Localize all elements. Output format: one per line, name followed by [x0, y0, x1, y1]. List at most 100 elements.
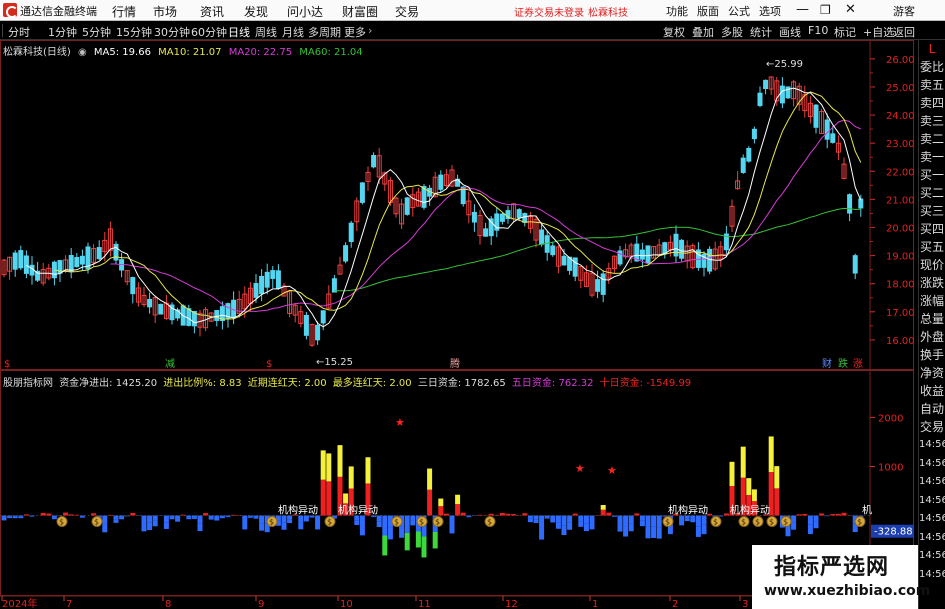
sidebar-tab[interactable]: 卖一 — [919, 148, 945, 166]
candle-body — [662, 242, 668, 255]
sidebar-tab[interactable]: 14:56 — [919, 436, 945, 455]
inflow-bar — [774, 488, 780, 516]
sidebar-tab[interactable]: 14:56 — [919, 529, 945, 548]
period-15min[interactable]: 15分钟 — [116, 24, 152, 40]
menu-gongneng[interactable]: 功能 — [666, 3, 688, 19]
menu-faxian[interactable]: 发现 — [244, 3, 268, 20]
sidebar-tab[interactable]: 买二 — [919, 184, 945, 202]
candle-body — [270, 270, 276, 279]
btn-fuquan[interactable]: 复权 — [663, 24, 685, 40]
menu-caifuquan[interactable]: 财富圈 — [342, 3, 378, 20]
btn-zixuan[interactable]: +自选 — [863, 24, 894, 40]
outflow-bar-extra — [51, 517, 57, 520]
period-60min[interactable]: 60分钟 — [191, 24, 227, 40]
outflow-bar-extra — [191, 517, 197, 519]
outflow-bar-extra — [141, 523, 147, 532]
btn-duogu[interactable]: 多股 — [721, 24, 743, 40]
btn-f10[interactable]: F10 — [808, 24, 828, 37]
close-icon[interactable]: ✕ — [845, 2, 856, 17]
sidebar-tab[interactable]: 换手 — [919, 346, 945, 364]
sidebar-tab[interactable]: 总量 — [919, 310, 945, 328]
menu-wenxiaoda[interactable]: 问小达 — [287, 3, 323, 20]
sidebar-tab[interactable]: 买五 — [919, 238, 945, 256]
maximize-icon[interactable]: ❐ — [820, 3, 831, 17]
minimize-icon[interactable]: — — [796, 2, 809, 17]
ten-day-funds: 十日资金: -1549.99 — [599, 378, 692, 389]
outflow-bar-extra — [589, 522, 595, 530]
btn-huaxian[interactable]: 画线 — [779, 24, 801, 40]
sidebar-tab[interactable]: 14:56 — [919, 473, 945, 492]
sidebar-tab[interactable]: 涨幅 — [919, 292, 945, 310]
sidebar-tab[interactable]: 卖二 — [919, 130, 945, 148]
btn-biaoji[interactable]: 标记 — [834, 24, 856, 40]
sidebar-tab[interactable]: 14:56 — [919, 455, 945, 474]
candle-body — [763, 79, 769, 89]
dropdown-circle-icon[interactable]: ◉ — [78, 47, 87, 58]
menu-shichang[interactable]: 市场 — [153, 3, 177, 20]
more-chevron-icon[interactable]: › — [368, 24, 372, 37]
sidebar-tab[interactable]: 涨跌 — [919, 274, 945, 292]
period-weekly[interactable]: 周线 — [255, 24, 277, 40]
ratio-value: 进出比例%: 8.83 — [163, 378, 242, 389]
star-marker-icon: ★ — [395, 416, 405, 429]
outflow-bar — [449, 515, 455, 525]
period-daily[interactable]: 日线 — [228, 24, 250, 40]
outflow-bar — [404, 515, 410, 533]
sidebar-tab[interactable]: 交易 — [919, 418, 945, 436]
sidebar-tab[interactable]: 自动 — [919, 400, 945, 418]
candle-body — [331, 278, 337, 293]
outflow-bar — [539, 515, 545, 528]
sidebar-tab[interactable]: 14:56 — [919, 547, 945, 566]
sidebar-tab[interactable]: 14:56 — [919, 492, 945, 511]
inflow-bar — [819, 513, 825, 516]
outflow-bar-extra — [259, 523, 265, 531]
sidebar-tab[interactable]: 14:56 — [919, 510, 945, 529]
sidebar-tab[interactable]: 买四 — [919, 220, 945, 238]
outflow-bar — [639, 515, 645, 521]
sidebar-tab[interactable]: L — [919, 40, 945, 58]
sidebar-tab[interactable]: 收益 — [919, 382, 945, 400]
period-30min[interactable]: 30分钟 — [154, 24, 190, 40]
inflow-bar — [522, 513, 528, 516]
outflow-bar-extra — [186, 517, 192, 520]
sidebar-tab[interactable]: 外盘 — [919, 328, 945, 346]
sidebar-tab[interactable]: 委比 — [919, 58, 945, 76]
candle-body — [858, 198, 864, 209]
login-warning[interactable]: 证券交易未登录 — [514, 4, 584, 19]
sidebar-tab[interactable]: 14:56 — [919, 566, 945, 585]
btn-diejia[interactable]: 叠加 — [692, 24, 714, 40]
ma10-value: MA10: 21.07 — [158, 47, 222, 58]
sidebar-tab[interactable]: 卖五 — [919, 76, 945, 94]
period-multi[interactable]: 多周期 — [308, 24, 341, 40]
sidebar-tab[interactable]: 现价 — [919, 256, 945, 274]
period-5min[interactable]: 5分钟 — [82, 24, 111, 40]
menu-jiaoyi[interactable]: 交易 — [395, 3, 419, 20]
menu-zixun[interactable]: 资讯 — [200, 3, 224, 20]
menu-xuanxiang[interactable]: 选项 — [759, 3, 781, 19]
sidebar-tab[interactable]: 卖四 — [919, 94, 945, 112]
sidebar-tab[interactable]: 净资 — [919, 364, 945, 382]
inflow-bar — [488, 513, 494, 516]
sidebar-tab[interactable]: 买三 — [919, 202, 945, 220]
sidebar-tab[interactable]: 买一 — [919, 166, 945, 184]
ma20-value: MA20: 22.75 — [228, 47, 293, 58]
btn-fanhui[interactable]: 返回 — [893, 24, 915, 40]
candle-body — [315, 324, 321, 341]
period-monthly[interactable]: 月线 — [282, 24, 304, 40]
outflow-bar-extra — [169, 517, 175, 520]
institution-activity-label: 机构异动 — [278, 504, 318, 517]
candlestick-chart[interactable]: 26.00 25.00 24.00 23.00 22.00 21.00 20.00 19.00… — [0, 40, 918, 370]
outflow-bar-extra — [119, 517, 125, 520]
sidebar-tab[interactable]: 卖三 — [919, 112, 945, 130]
period-1min[interactable]: 1分钟 — [48, 24, 77, 40]
outflow-bar-extra — [147, 522, 153, 530]
btn-tongji[interactable]: 统计 — [750, 24, 772, 40]
guest-label[interactable]: 游客 — [893, 3, 915, 19]
menu-hangqing[interactable]: 行情 — [112, 3, 136, 20]
outflow-bar — [259, 515, 265, 524]
period-fenshi[interactable]: 分时 — [8, 24, 30, 40]
outflow-bar-extra — [404, 532, 410, 551]
menu-gongshi[interactable]: 公式 — [728, 3, 750, 19]
menu-banmian[interactable]: 版面 — [697, 3, 719, 19]
period-more[interactable]: 更多 — [344, 24, 366, 40]
